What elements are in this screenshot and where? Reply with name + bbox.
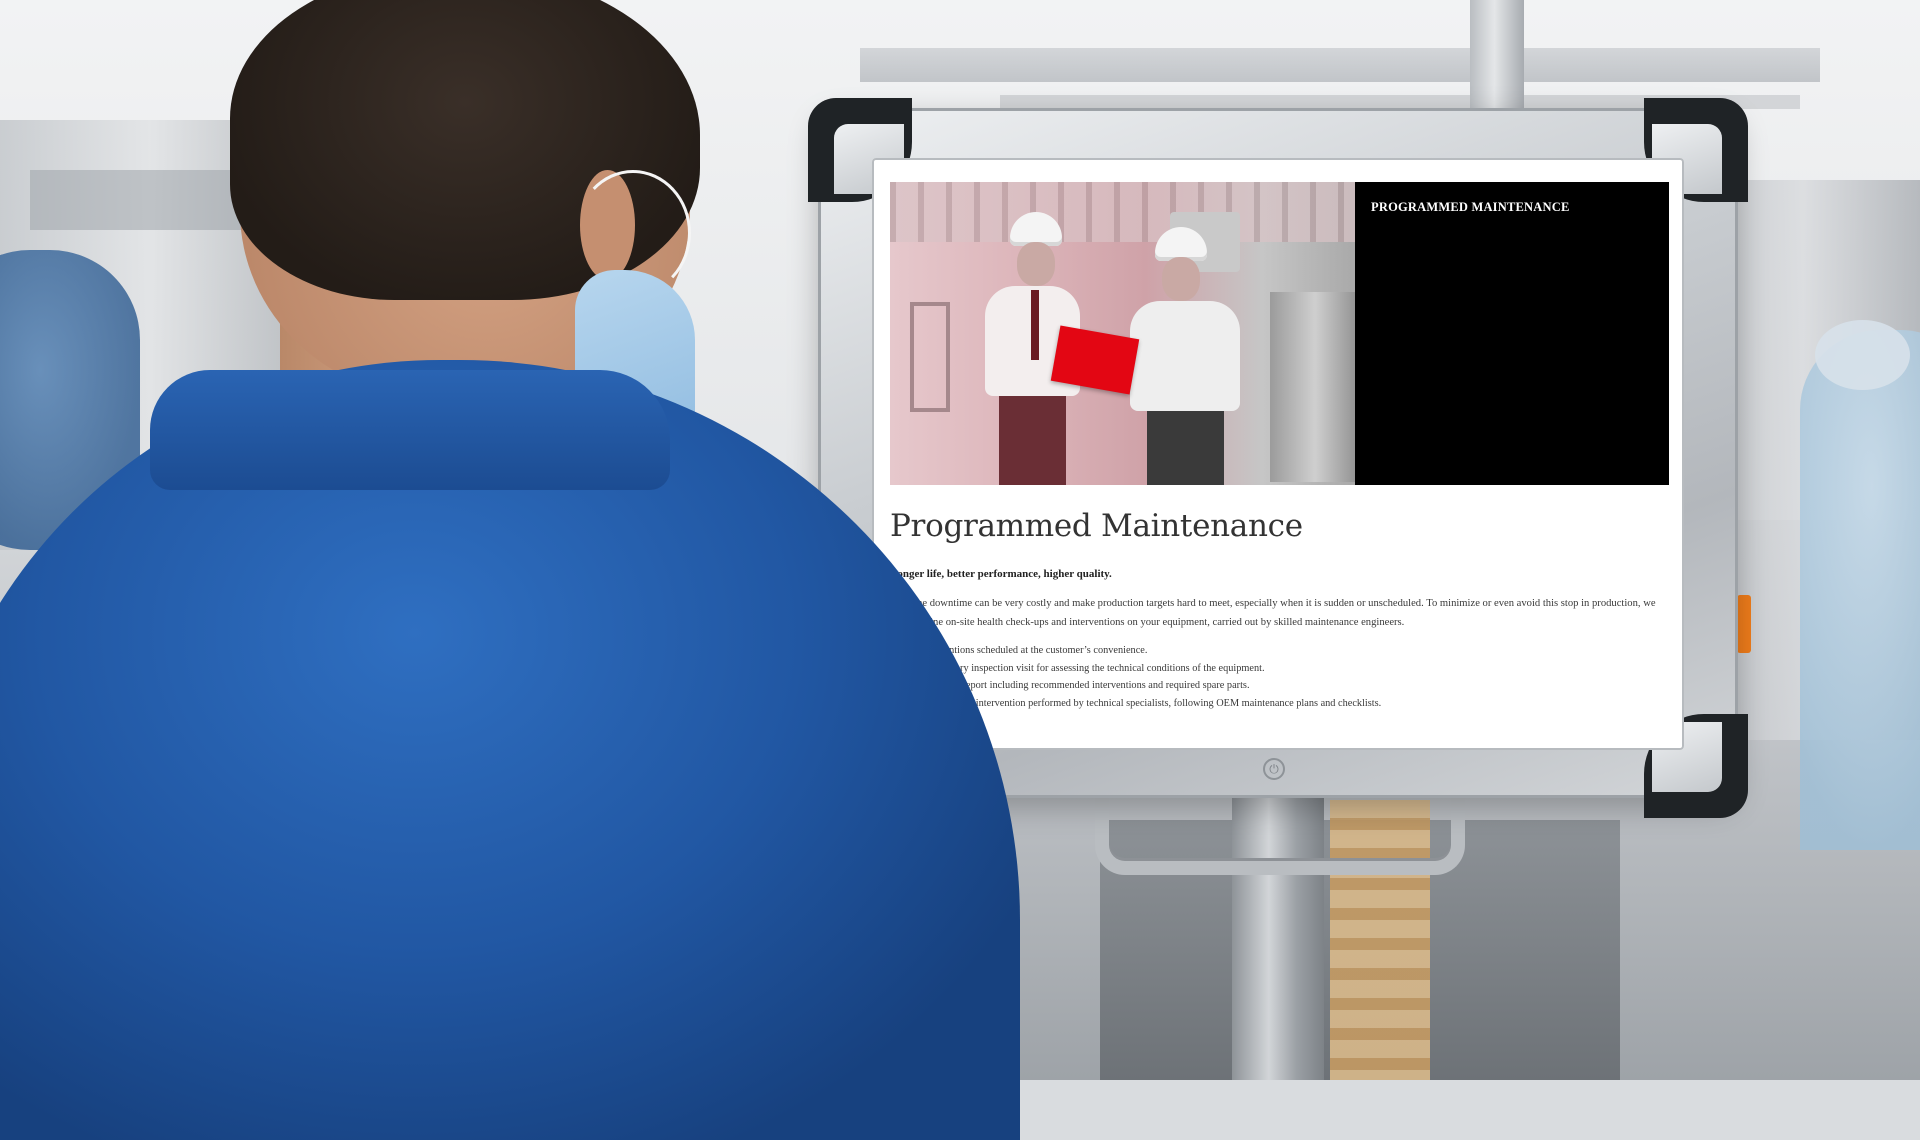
hard-hat-icon (1155, 227, 1207, 261)
hero-machine (1270, 292, 1355, 482)
engineer-trousers (1146, 411, 1224, 485)
worker-collar (150, 370, 670, 490)
engineer-face (1162, 257, 1200, 301)
background-worker-hairnet (1815, 320, 1910, 390)
engineer-senior (1130, 227, 1240, 485)
hero-title: PROGRAMMED MAINTENANCE (1371, 200, 1570, 214)
hero-title-panel: PROGRAMMED MAINTENANCE (1355, 182, 1669, 485)
warning-light (1737, 595, 1751, 653)
foreground-worker (0, 0, 1060, 1140)
power-icon[interactable]: ⏻ (1263, 758, 1285, 780)
mount-pole (1470, 0, 1524, 120)
monitor-handle (1095, 790, 1465, 875)
background-worker-right (1800, 330, 1920, 850)
engineer-shirt (1130, 301, 1240, 411)
